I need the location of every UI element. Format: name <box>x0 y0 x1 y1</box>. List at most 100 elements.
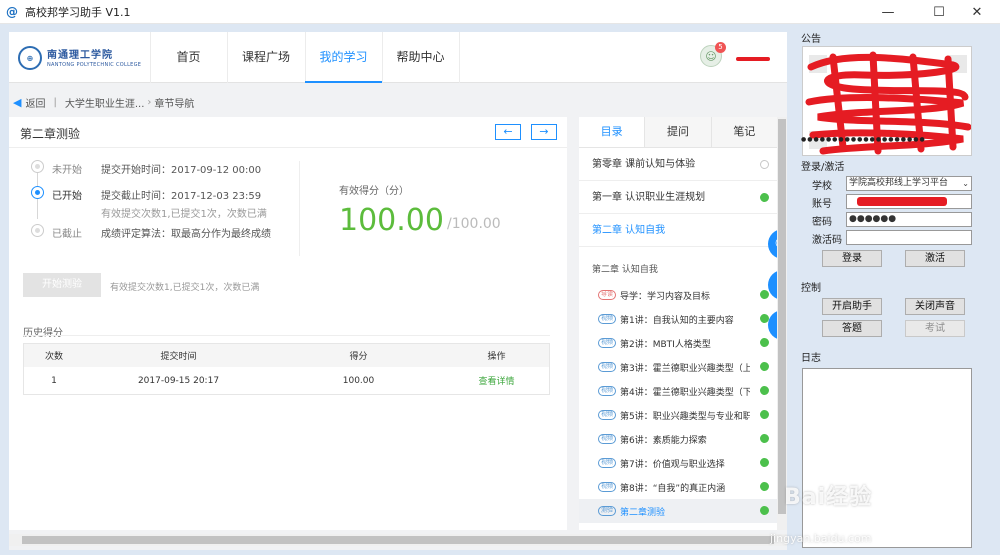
row-time: 2017-09-15 20:17 <box>137 375 220 386</box>
breadcrumb-separator: | <box>53 96 57 108</box>
complete-status-icon <box>760 386 769 395</box>
quiz-panel: 第二章测验 ← → 未开始 提交开始时间：2017-09-12 00:00 已开… <box>9 117 567 530</box>
chapter-item-active[interactable]: 第二章 认知自我 <box>579 214 777 247</box>
lesson-item[interactable]: 视频 第1讲：自我认知的主要内容 <box>579 307 777 331</box>
chapter-subtitle: 第二章 认知自我 <box>592 265 658 275</box>
exam-button[interactable]: 考试 <box>905 320 965 337</box>
score-total: /100.00 <box>447 216 501 232</box>
nav-my-learning[interactable]: 我的学习 <box>305 32 382 83</box>
lesson-label: 第6讲：素质能力探索 <box>620 435 707 446</box>
lesson-type-badge: 视频 <box>598 362 617 372</box>
login-button[interactable]: 登录 <box>822 250 882 267</box>
lesson-type-badge: 视频 <box>598 314 617 324</box>
log-textarea[interactable] <box>802 368 972 548</box>
start-assistant-button[interactable]: 开启助手 <box>822 298 882 315</box>
account-label: 账号 <box>812 199 832 210</box>
lesson-label: 第4讲：霍兰德职业兴趣类型（下） <box>620 387 751 398</box>
answer-button[interactable]: 答题 <box>822 320 882 337</box>
watermark-brand: Bai经验 <box>784 485 873 510</box>
lesson-item[interactable]: 导读 导学：学习内容及目标 <box>579 283 777 307</box>
toc-scrollbar-thumb[interactable] <box>778 119 786 514</box>
step-started-dot <box>31 186 44 199</box>
lesson-type-badge: 视频 <box>598 482 617 492</box>
history-table: 次数 提交时间 得分 操作 1 2017-09-15 20:17 100.00 … <box>23 343 550 395</box>
minimize-button[interactable]: — <box>865 0 911 24</box>
redacted-username <box>736 57 770 61</box>
horizontal-scrollbar-thumb[interactable] <box>22 536 774 544</box>
lesson-item[interactable]: 视频 第7讲：价值观与职业选择 <box>579 451 777 475</box>
submit-start-time: 提交开始时间：2017-09-12 00:00 <box>101 165 262 176</box>
tab-questions[interactable]: 提问 <box>645 117 712 147</box>
toc-scrollbar[interactable] <box>777 117 787 530</box>
quiz-header: 第二章测验 ← → <box>9 117 567 148</box>
school-select-value: 学院高校邦线上学习平台 <box>849 178 949 188</box>
submit-deadline: 提交截止时间：2017-12-03 23:59 <box>101 191 262 202</box>
complete-status-icon <box>760 434 769 443</box>
lesson-item-active[interactable]: 测验 第二章测验 <box>579 499 777 523</box>
breadcrumb-course[interactable]: 大学生职业生涯... <box>65 95 145 110</box>
step-not-started-label: 未开始 <box>52 165 82 176</box>
next-item-button[interactable]: → <box>531 124 557 140</box>
row-index: 1 <box>51 375 57 386</box>
nav-course-square[interactable]: 课程广场 <box>227 32 305 83</box>
complete-status-icon <box>760 290 769 299</box>
column-header-action: 操作 <box>487 352 506 362</box>
lesson-type-badge: 视频 <box>598 386 617 396</box>
redacted-account <box>857 197 947 206</box>
school-label: 学校 <box>812 181 832 192</box>
password-field[interactable]: ●●●●●● <box>846 212 972 227</box>
breadcrumb-section[interactable]: 章节导航 <box>154 95 194 110</box>
lesson-type-badge: 测验 <box>598 506 617 516</box>
column-header-time: 提交时间 <box>160 352 197 362</box>
chapter-item[interactable]: 第零章 课前认知与体验 <box>579 148 777 181</box>
control-section-title: 控制 <box>801 283 821 294</box>
lesson-item[interactable]: 视频 第8讲：“自我”的真正内涵 <box>579 475 777 499</box>
chevron-down-icon: ⌄ <box>962 179 969 188</box>
watermark-url: jingyan.baidu.com <box>770 532 872 545</box>
lesson-label: 第2讲：MBTI人格类型 <box>620 339 711 350</box>
tab-catalog[interactable]: 目录 <box>579 117 646 147</box>
window-title: 高校邦学习助手 V1.1 <box>25 5 131 19</box>
lesson-label: 第5讲：职业兴趣类型与专业和职业... <box>620 411 751 422</box>
prev-item-button[interactable]: ← <box>495 124 521 140</box>
password-value: ●●●●●● <box>849 214 897 224</box>
school-select[interactable]: 学院高校邦线上学习平台 ⌄ <box>846 176 972 191</box>
activation-code-field[interactable] <box>846 230 972 245</box>
assistant-panel: 公告 ●●●●●●●●●●●●●●●●●●●● 登录/激活 学校 学院高校邦线上… <box>790 24 1000 555</box>
tab-notes[interactable]: 笔记 <box>712 117 777 147</box>
lesson-item[interactable]: 视频 第3讲：霍兰德职业兴趣类型（上） <box>579 355 777 379</box>
window-body: ⊕ 南通理工学院 NANTONG POLYTECHNIC COLLEGE 首页 … <box>0 24 1000 555</box>
nav-divider <box>459 32 460 83</box>
lesson-item[interactable]: 视频 第4讲：霍兰德职业兴趣类型（下） <box>579 379 777 403</box>
mute-sound-button[interactable]: 关闭声音 <box>905 298 965 315</box>
chapter-label: 第一章 认识职业生涯规划 <box>592 192 706 203</box>
activation-code-label: 激活码 <box>812 235 842 246</box>
school-name: 南通理工学院 <box>47 50 113 61</box>
nav-home[interactable]: 首页 <box>150 32 227 83</box>
log-section-title: 日志 <box>801 353 821 364</box>
lesson-item[interactable]: 视频 第5讲：职业兴趣类型与专业和职业... <box>579 403 777 427</box>
history-divider <box>23 335 550 336</box>
back-arrow-icon[interactable]: ◀ <box>13 96 21 109</box>
activate-button[interactable]: 激活 <box>905 250 965 267</box>
site-header: ⊕ 南通理工学院 NANTONG POLYTECHNIC COLLEGE 首页 … <box>9 32 787 83</box>
start-quiz-button[interactable]: 开始测验 <box>23 273 101 297</box>
lesson-type-badge: 视频 <box>598 338 617 348</box>
breadcrumb-back[interactable]: 返回 <box>25 95 45 110</box>
app-icon: @ <box>6 4 18 19</box>
complete-status-icon <box>760 410 769 419</box>
lesson-item[interactable]: 视频 第6讲：素质能力探索 <box>579 427 777 451</box>
horizontal-scrollbar[interactable] <box>9 534 787 546</box>
view-details-link[interactable]: 查看详情 <box>444 367 549 394</box>
score-label: 有效得分（分） <box>339 186 409 197</box>
lesson-label: 第二章测验 <box>620 507 666 518</box>
lesson-label: 第7讲：价值观与职业选择 <box>620 459 725 470</box>
nav-help-center[interactable]: 帮助中心 <box>382 32 459 83</box>
complete-status-icon <box>760 362 769 371</box>
close-button[interactable]: ✕ <box>954 0 1000 24</box>
account-field[interactable] <box>846 194 972 209</box>
lesson-label: 导学：学习内容及目标 <box>620 291 711 302</box>
chapter-item[interactable]: 第一章 认识职业生涯规划 <box>579 181 777 214</box>
lesson-item[interactable]: 视频 第2讲：MBTI人格类型 <box>579 331 777 355</box>
chevron-right-icon: › <box>147 96 152 108</box>
